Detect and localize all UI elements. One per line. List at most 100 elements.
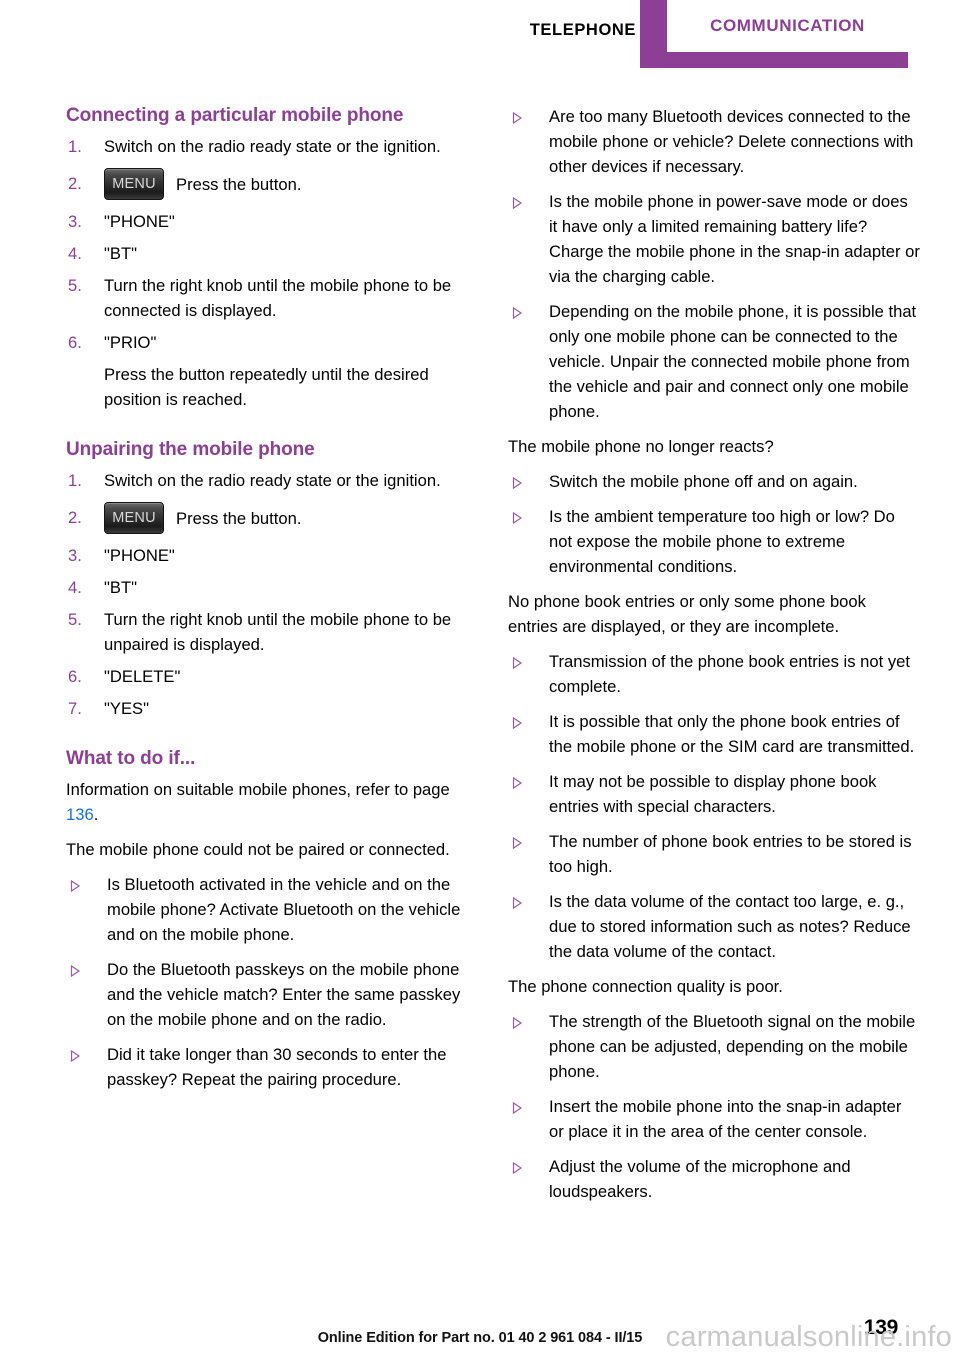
step-number: 2. <box>68 508 82 527</box>
bullet-list-connection-quality: The strength of the Bluetooth signal on … <box>508 1009 920 1204</box>
menu-key-icon: MENU <box>104 168 164 200</box>
list-item: Is Bluetooth activated in the vehicle an… <box>66 872 478 947</box>
step-number: 5. <box>68 276 82 295</box>
step-item: 6. "DELETE" <box>66 664 478 689</box>
list-item: Is the mobile phone in power-save mode o… <box>508 189 920 289</box>
step-item: 1. Switch on the radio ready state or th… <box>66 468 478 493</box>
footer-edition-text: Online Edition for Part no. 01 40 2 961 … <box>317 1330 643 1346</box>
list-item: Did it take longer than 30 seconds to en… <box>66 1042 478 1092</box>
list-item: Depending on the mobile phone, it is pos… <box>508 299 920 424</box>
list-item: The number of phone book entries to be s… <box>508 829 920 879</box>
step-item: 3. "PHONE" <box>66 209 478 234</box>
list-item-text: Insert the mobile phone into the snap-in… <box>549 1097 902 1141</box>
heading-connecting-particular-mobile-phone: Connecting a particular mobile phone <box>66 105 404 126</box>
step-text: Press the button. <box>176 174 302 194</box>
list-item-text: Do the Bluetooth passkeys on the mobile … <box>107 960 461 1029</box>
list-item-text: The number of phone book entries to be s… <box>549 832 912 876</box>
problem-statement: The phone connection quality is poor. <box>508 977 783 996</box>
step-number: 5. <box>68 610 82 629</box>
page-footer: Online Edition for Part no. 01 40 2 961 … <box>0 1302 960 1362</box>
bullet-list-pairing-issues-continued: Are too many Bluetooth devices connected… <box>508 104 920 424</box>
list-item-text: Is the data volume of the contact too la… <box>549 892 911 961</box>
heading-what-to-do-if: What to do if... <box>66 748 196 769</box>
list-item-text: The strength of the Bluetooth signal on … <box>549 1012 916 1081</box>
list-item-text: Is the ambient temperature too high or l… <box>549 507 895 576</box>
step-item: 3. "PHONE" <box>66 543 478 568</box>
right-column: Are too many Bluetooth devices connected… <box>508 104 920 1214</box>
step-item: 2. MENU Press the button. <box>66 502 478 534</box>
step-number: 2. <box>68 174 82 193</box>
list-item: Are too many Bluetooth devices connected… <box>508 104 920 179</box>
step-number: 4. <box>68 244 82 263</box>
step-number: 6. <box>68 667 82 686</box>
steps-unpairing: 1. Switch on the radio ready state or th… <box>66 468 478 721</box>
list-item-text: Are too many Bluetooth devices connected… <box>549 107 914 176</box>
step-number: 1. <box>68 137 82 156</box>
list-item-text: Is Bluetooth activated in the vehicle an… <box>107 875 461 944</box>
list-item-text: Transmission of the phone book entries i… <box>549 652 910 696</box>
step-number: 4. <box>68 578 82 597</box>
step-item: 5. Turn the right knob until the mobile … <box>66 607 478 657</box>
left-column: Connecting a particular mobile phone 1. … <box>66 104 478 1102</box>
intro-text-after: . <box>93 805 99 824</box>
step-number: 6. <box>68 333 82 352</box>
page-header: TELEPHONE COMMUNICATION <box>0 0 960 76</box>
step-text: "YES" <box>104 699 149 718</box>
list-item-text: Did it take longer than 30 seconds to en… <box>107 1045 447 1089</box>
list-item-text: Adjust the volume of the microphone and … <box>549 1157 851 1201</box>
step-item: 7. "YES" <box>66 696 478 721</box>
step-text: "PRIO" <box>104 333 157 352</box>
step-item: 5. Turn the right knob until the mobile … <box>66 273 478 323</box>
list-item: It is possible that only the phone book … <box>508 709 920 759</box>
list-item: It may not be possible to display phone … <box>508 769 920 819</box>
intro-text-before: Information on suitable mobile phones, r… <box>66 780 450 799</box>
step-item: 6. "PRIO" <box>66 330 478 355</box>
list-item-text: It may not be possible to display phone … <box>549 772 877 816</box>
step-number: 1. <box>68 471 82 490</box>
step-number: 7. <box>68 699 82 718</box>
step-text: Turn the right knob until the mobile pho… <box>104 610 452 654</box>
step-text: Switch on the radio ready state or the i… <box>104 471 441 490</box>
step-text: Press the button. <box>176 508 302 528</box>
page-number: 139 <box>863 1316 898 1339</box>
step-text: "PHONE" <box>104 546 175 565</box>
step-number: 3. <box>68 546 82 565</box>
list-item: Transmission of the phone book entries i… <box>508 649 920 699</box>
step-text: "PHONE" <box>104 212 175 231</box>
list-item: Insert the mobile phone into the snap-in… <box>508 1094 920 1144</box>
list-item-text: Depending on the mobile phone, it is pos… <box>549 302 917 421</box>
list-item-text: Is the mobile phone in power-save mode o… <box>549 192 920 286</box>
list-item-text: Switch the mobile phone off and on again… <box>549 472 858 491</box>
header-chapter-label: TELEPHONE <box>529 21 636 39</box>
problem-statement: The mobile phone could not be paired or … <box>66 840 450 859</box>
step-item: 4. "BT" <box>66 241 478 266</box>
bullet-list-phone-book-issues: Transmission of the phone book entries i… <box>508 649 920 964</box>
step-text: Switch on the radio ready state or the i… <box>104 137 441 156</box>
section-tab-inner: COMMUNICATION <box>667 0 908 52</box>
list-item: The strength of the Bluetooth signal on … <box>508 1009 920 1084</box>
intro-paragraph: Information on suitable mobile phones, r… <box>66 777 478 827</box>
heading-unpairing-mobile-phone: Unpairing the mobile phone <box>66 439 315 460</box>
bullet-list-pairing-issues: Is Bluetooth activated in the vehicle an… <box>66 872 478 1092</box>
step-text: Turn the right knob until the mobile pho… <box>104 276 452 320</box>
bullet-list-no-reaction: Switch the mobile phone off and on again… <box>508 469 920 579</box>
section-tab-label: COMMUNICATION <box>710 16 865 35</box>
problem-statement: No phone book entries or only some phone… <box>508 592 866 636</box>
step-item: 1. Switch on the radio ready state or th… <box>66 134 478 159</box>
list-item: Do the Bluetooth passkeys on the mobile … <box>66 957 478 1032</box>
step-text: "BT" <box>104 578 137 597</box>
list-item-text: It is possible that only the phone book … <box>549 712 915 756</box>
step-item: 2. MENU Press the button. <box>66 168 478 200</box>
page-reference-link[interactable]: 136 <box>66 805 94 824</box>
menu-key-icon: MENU <box>104 502 164 534</box>
steps-connecting: 1. Switch on the radio ready state or th… <box>66 134 478 355</box>
step-note: Press the button repeatedly until the de… <box>104 365 429 409</box>
list-item: Is the data volume of the contact too la… <box>508 889 920 964</box>
problem-statement: The mobile phone no longer reacts? <box>508 437 774 456</box>
step-number: 3. <box>68 212 82 231</box>
list-item: Adjust the volume of the microphone and … <box>508 1154 920 1204</box>
section-tab-communication: COMMUNICATION <box>640 0 908 68</box>
step-text: "DELETE" <box>104 667 181 686</box>
list-item: Switch the mobile phone off and on again… <box>508 469 920 494</box>
step-item: 4. "BT" <box>66 575 478 600</box>
